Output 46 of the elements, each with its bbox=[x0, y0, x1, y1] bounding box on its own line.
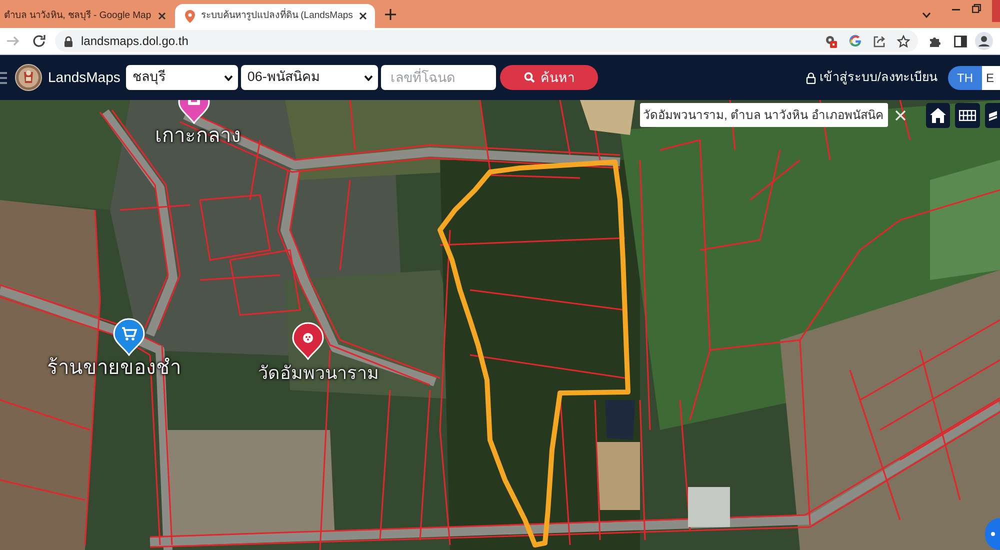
chevron-down-icon[interactable] bbox=[922, 12, 931, 18]
plus-icon[interactable] bbox=[385, 9, 396, 20]
puzzle-icon[interactable] bbox=[929, 34, 942, 48]
chevron-down-icon bbox=[224, 74, 234, 80]
search-button[interactable]: ค้นหา bbox=[500, 65, 598, 90]
search-icon bbox=[524, 72, 536, 83]
language-tab[interactable]: TH bbox=[948, 66, 982, 90]
menu-icon[interactable] bbox=[0, 72, 7, 84]
browser-tab[interactable]: ระบบค้นหารูปแปลงที่ดิน (LandsMaps bbox=[175, 4, 375, 28]
language-tab[interactable]: E bbox=[982, 66, 1000, 90]
layers-button[interactable] bbox=[985, 103, 1000, 128]
close-icon[interactable] bbox=[359, 12, 367, 20]
sandy-ground-area bbox=[597, 442, 640, 510]
browser-tab[interactable]: ตำบล นาวังหิน, ชลบุรี - Google Map bbox=[0, 4, 172, 28]
close-icon[interactable] bbox=[158, 12, 166, 20]
reload-icon[interactable] bbox=[32, 34, 46, 48]
minimize-icon[interactable] bbox=[952, 9, 960, 11]
deed-number-field[interactable]: เลขที่โฉนด bbox=[381, 65, 496, 90]
login-link[interactable]: เข้าสู่ระบบ/ลงทะเบียน bbox=[806, 68, 938, 87]
site-settings-icon[interactable] bbox=[825, 34, 838, 48]
brand-name: LandsMaps bbox=[48, 68, 120, 87]
google-g-icon[interactable] bbox=[849, 34, 862, 48]
star-icon[interactable] bbox=[897, 34, 910, 48]
grid-button[interactable] bbox=[955, 103, 980, 128]
district-select[interactable]: 06-พนัสนิคม bbox=[241, 65, 378, 90]
chevron-down-icon bbox=[364, 74, 374, 80]
restore-icon[interactable] bbox=[972, 4, 981, 13]
building-roof bbox=[688, 487, 730, 527]
emblem-logo-icon[interactable] bbox=[15, 64, 42, 91]
pin-icon bbox=[185, 10, 195, 22]
lock-icon bbox=[806, 72, 816, 84]
pond-area bbox=[605, 400, 635, 440]
share-icon[interactable] bbox=[873, 34, 886, 48]
lock-icon bbox=[64, 36, 73, 46]
map-pin-icon[interactable] bbox=[113, 318, 145, 356]
home-button[interactable] bbox=[926, 103, 950, 128]
side-panel-icon[interactable] bbox=[954, 34, 967, 48]
address-field[interactable]: landsmaps.dol.go.th bbox=[55, 30, 918, 52]
account-avatar-icon[interactable] bbox=[975, 32, 993, 50]
home-icon bbox=[930, 108, 946, 123]
layers-icon bbox=[989, 110, 997, 120]
grid-icon bbox=[959, 110, 976, 121]
map-pin-icon[interactable] bbox=[292, 322, 324, 360]
map-pin-icon[interactable] bbox=[178, 100, 210, 124]
place-search-field[interactable]: วัดอัมพวนาราม, ตำบล นาวังหิน อำเภอพนัสนิค bbox=[640, 103, 888, 127]
province-select[interactable]: ชลบุรี bbox=[126, 65, 238, 90]
